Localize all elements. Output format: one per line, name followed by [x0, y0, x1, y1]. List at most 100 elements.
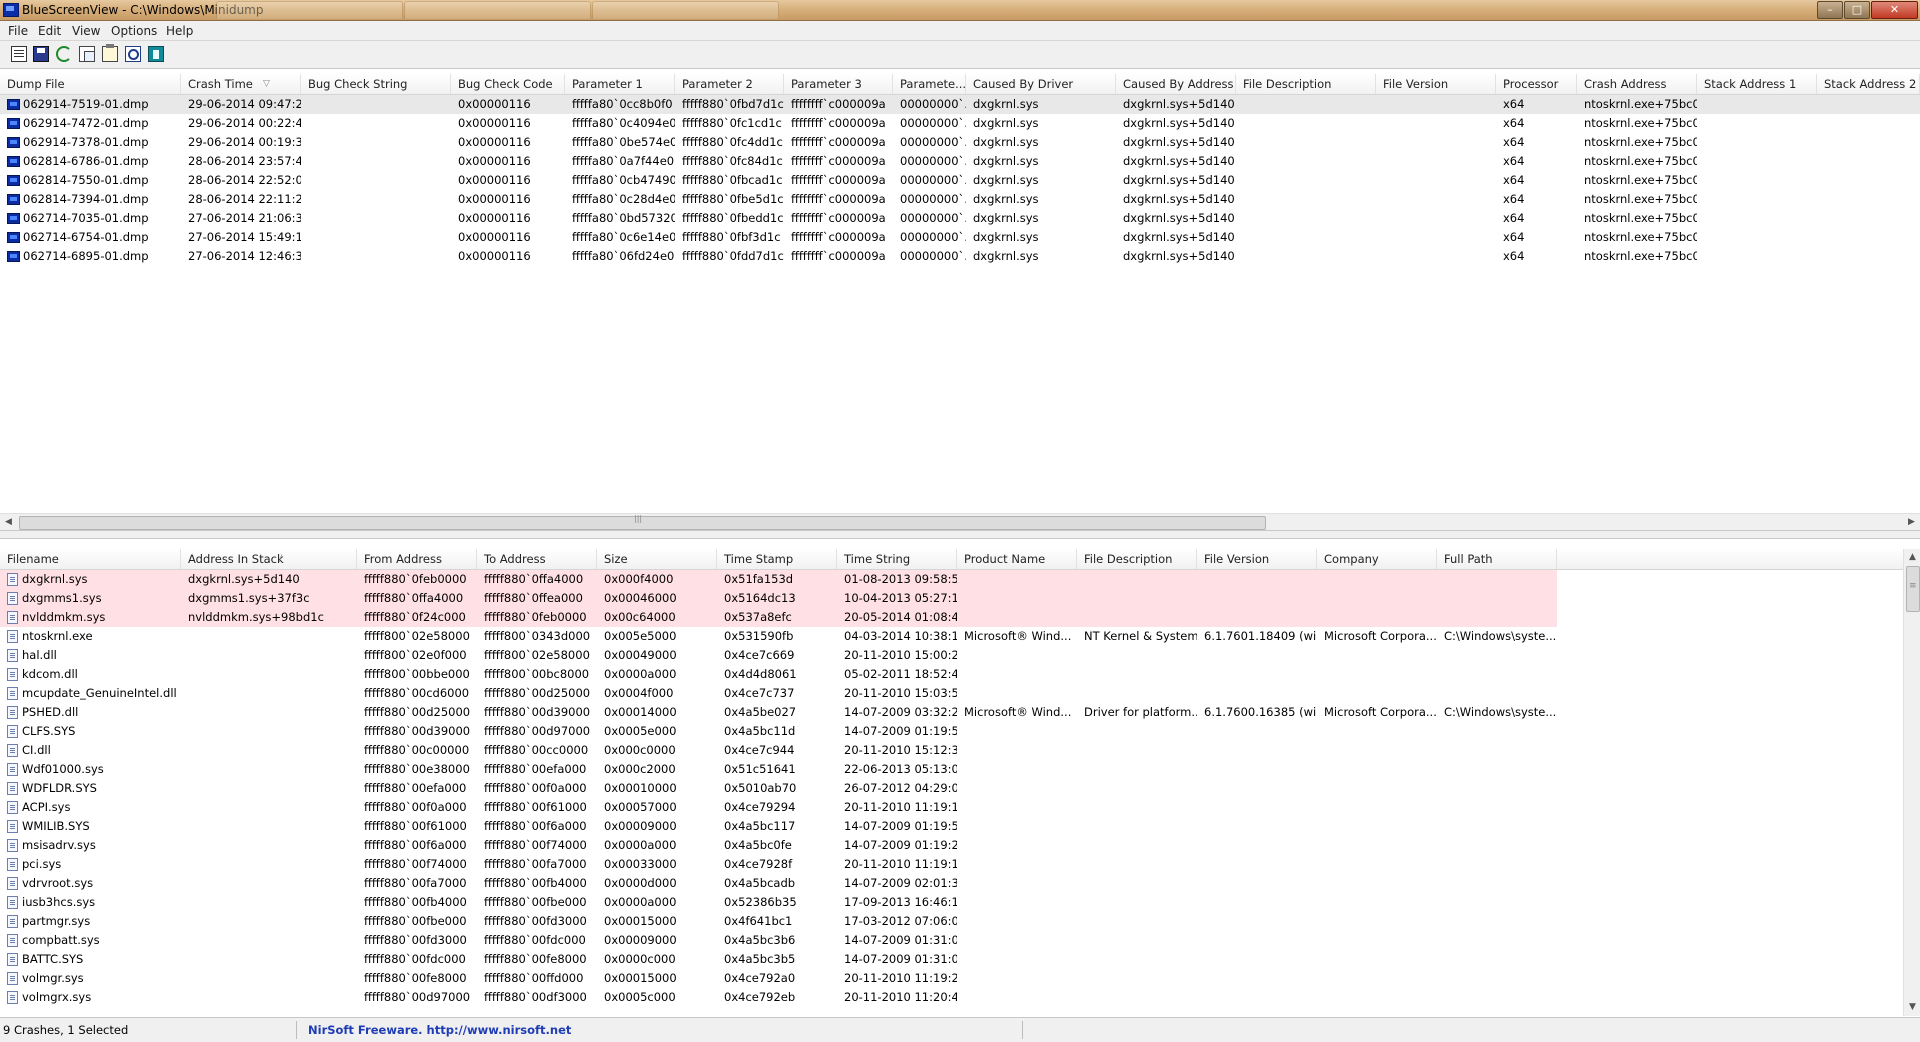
crash-cell-dump-file: 062714-6895-01.dmp	[0, 247, 181, 266]
crash-row[interactable]: 062914-7378-01.dmp 29-06-2014 00:19:30 0x0…	[0, 133, 1920, 152]
column-header-label: Caused By Address	[1123, 77, 1234, 91]
scroll-right-arrow[interactable]: ▶	[1903, 514, 1920, 530]
module-cell-from-address: fffff880`0f24c000	[357, 608, 477, 627]
module-row[interactable]: ACPI.sys fffff880`00f0a000 fffff880`00f610…	[0, 798, 1920, 817]
module-row-highlighted[interactable]: nvlddmkm.sys nvlddmkm.sys+98bd1c fffff880`…	[0, 608, 1920, 627]
properties-icon[interactable]	[11, 46, 27, 62]
menu-file[interactable]: File	[8, 24, 28, 38]
module-row[interactable]: msisadrv.sys fffff880`00f6a000 fffff880`00…	[0, 836, 1920, 855]
module-col-product-name[interactable]: Product Name	[957, 549, 1077, 569]
menu-view[interactable]: View	[72, 24, 100, 38]
menu-edit[interactable]: Edit	[38, 24, 61, 38]
scroll-down-arrow[interactable]: ▼	[1904, 999, 1920, 1016]
cell-text: 0x4d4d8061	[724, 667, 797, 681]
module-col-filename[interactable]: Filename	[0, 549, 181, 569]
module-row[interactable]: WDFLDR.SYS fffff880`00efa000 fffff880`00f0…	[0, 779, 1920, 798]
crash-row[interactable]: 062814-6786-01.dmp 28-06-2014 23:57:46 0x0…	[0, 152, 1920, 171]
menu-help[interactable]: Help	[166, 24, 193, 38]
module-list-vscroll-thumb[interactable]: ≡	[1906, 566, 1920, 612]
module-col-time-string[interactable]: Time String	[837, 549, 957, 569]
crash-col-parameter-3[interactable]: Parameter 3	[784, 74, 893, 94]
module-cell-size: 0x000f4000	[597, 570, 717, 589]
module-row[interactable]: WMILIB.SYS fffff880`00f61000 fffff880`00f6…	[0, 817, 1920, 836]
crash-col-bug-check-code[interactable]: Bug Check Code	[451, 74, 565, 94]
module-list-vscrollbar[interactable]: ▲ ≡ ▼	[1903, 549, 1920, 1016]
nirsoft-link[interactable]: NirSoft Freeware. http://www.nirsoft.net	[305, 1021, 571, 1039]
maximize-button[interactable]: □	[1844, 1, 1870, 19]
module-col-file-description[interactable]: File Description	[1077, 549, 1197, 569]
crash-col-crash-time[interactable]: Crash Time ▽	[181, 74, 301, 94]
module-list[interactable]: Filename Address In Stack / From Address To …	[0, 549, 1920, 1016]
html-report-icon[interactable]	[102, 44, 118, 62]
crash-list-hscrollbar[interactable]: ◀ ||| ▶	[0, 513, 1920, 530]
crash-col-caused-by-address[interactable]: Caused By Address	[1116, 74, 1236, 94]
crash-row[interactable]: 062714-6895-01.dmp 27-06-2014 12:46:37 0x0…	[0, 247, 1920, 266]
module-col-size[interactable]: Size	[597, 549, 717, 569]
crash-col-file-description[interactable]: File Description	[1236, 74, 1376, 94]
cell-text: iusb3hcs.sys	[22, 895, 96, 909]
module-row-highlighted[interactable]: dxgkrnl.sys dxgkrnl.sys+5d140 fffff880`0fe…	[0, 570, 1920, 589]
crash-col-processor[interactable]: Processor	[1496, 74, 1577, 94]
module-col-from-address[interactable]: From Address	[357, 549, 477, 569]
crash-list[interactable]: Dump File Crash Time ▽ Bug Check String Bug …	[0, 74, 1920, 530]
module-row[interactable]: PSHED.dll fffff880`00d25000 fffff880`00d39…	[0, 703, 1920, 722]
crash-col-stack-address-2[interactable]: Stack Address 2	[1817, 74, 1920, 94]
module-cell-to-address: fffff880`0feb0000	[477, 608, 597, 627]
module-row[interactable]: ntoskrnl.exe fffff800`02e58000 fffff800`03…	[0, 627, 1920, 646]
crash-col-dump-file[interactable]: Dump File	[0, 74, 181, 94]
crash-row[interactable]: 062914-7519-01.dmp 29-06-2014 09:47:24 0x0…	[0, 95, 1920, 114]
sort-indicator-icon: ▽	[263, 79, 270, 89]
module-col-company[interactable]: Company	[1317, 549, 1437, 569]
copy-icon[interactable]	[79, 46, 95, 62]
module-row[interactable]: partmgr.sys fffff880`00fbe000 fffff880`00f…	[0, 912, 1920, 931]
menu-options[interactable]: Options	[111, 24, 157, 38]
module-row[interactable]: volmgrx.sys fffff880`00d97000 fffff880`00d…	[0, 988, 1920, 1007]
cell-text: 20-11-2010 15:03:51	[844, 686, 957, 700]
crash-row[interactable]: 062814-7550-01.dmp 28-06-2014 22:52:05 0x0…	[0, 171, 1920, 190]
module-row[interactable]: iusb3hcs.sys fffff880`00fb4000 fffff880`00…	[0, 893, 1920, 912]
module-row[interactable]: BATTC.SYS fffff880`00fdc000 fffff880`00fe8…	[0, 950, 1920, 969]
module-col-full-path[interactable]: Full Path	[1437, 549, 1557, 569]
exit-icon[interactable]	[148, 46, 164, 62]
save-icon[interactable]	[33, 46, 49, 62]
crash-row[interactable]: 062714-6754-01.dmp 27-06-2014 15:49:10 0x0…	[0, 228, 1920, 247]
crash-col-parameter-1[interactable]: Parameter 1	[565, 74, 675, 94]
module-row[interactable]: kdcom.dll fffff800`00bbe000 fffff800`00bc8…	[0, 665, 1920, 684]
crash-col-stack-address-1[interactable]: Stack Address 1	[1697, 74, 1817, 94]
module-col-to-address[interactable]: To Address	[477, 549, 597, 569]
crash-col-caused-by-driver[interactable]: Caused By Driver	[966, 74, 1116, 94]
scroll-left-arrow[interactable]: ◀	[0, 514, 17, 530]
crash-col-crash-address[interactable]: Crash Address	[1577, 74, 1697, 94]
module-col-address-in-stack[interactable]: Address In Stack /	[181, 549, 357, 569]
cell-text: Microsoft Corpora...	[1324, 705, 1437, 719]
module-row[interactable]: mcupdate_GenuineIntel.dll fffff880`00cd60…	[0, 684, 1920, 703]
minimize-button[interactable]: –	[1817, 1, 1843, 19]
find-icon[interactable]	[125, 46, 141, 62]
module-row[interactable]: CI.dll fffff880`00c00000 fffff880`00cc0000…	[0, 741, 1920, 760]
module-row[interactable]: compbatt.sys fffff880`00fd3000 fffff880`00…	[0, 931, 1920, 950]
close-button[interactable]: ✕	[1871, 1, 1918, 19]
module-row[interactable]: hal.dll fffff800`02e0f000 fffff800`02e5800…	[0, 646, 1920, 665]
refresh-icon[interactable]	[56, 46, 72, 62]
module-row[interactable]: volmgr.sys fffff880`00fe8000 fffff880`00ff…	[0, 969, 1920, 988]
module-row[interactable]: Wdf01000.sys fffff880`00e38000 fffff880`00…	[0, 760, 1920, 779]
module-col-time-stamp[interactable]: Time Stamp	[717, 549, 837, 569]
module-row[interactable]: vdrvroot.sys fffff880`00fa7000 fffff880`00…	[0, 874, 1920, 893]
crash-col-parameter-2[interactable]: Parameter 2	[675, 74, 784, 94]
crash-col-bug-check-string[interactable]: Bug Check String	[301, 74, 451, 94]
crash-col-paramete[interactable]: Paramete...	[893, 74, 966, 94]
crash-row[interactable]: 062814-7394-01.dmp 28-06-2014 22:11:25 0x0…	[0, 190, 1920, 209]
title-bar[interactable]: BlueScreenView - C:\Windows\Minidump – □…	[0, 0, 1920, 21]
crash-list-hscroll-thumb[interactable]: |||	[19, 514, 1266, 530]
module-row[interactable]: CLFS.SYS fffff880`00d39000 fffff880`00d970…	[0, 722, 1920, 741]
module-row-highlighted[interactable]: dxgmms1.sys dxgmms1.sys+37f3c fffff880`0ff…	[0, 589, 1920, 608]
crash-row[interactable]: 062914-7472-01.dmp 29-06-2014 00:22:45 0x0…	[0, 114, 1920, 133]
crash-cell-stack-address-1	[1697, 209, 1817, 228]
module-col-file-version[interactable]: File Version	[1197, 549, 1317, 569]
bluescreenview-app-icon[interactable]	[3, 3, 19, 17]
crash-row[interactable]: 062714-7035-01.dmp 27-06-2014 21:06:37 0x0…	[0, 209, 1920, 228]
scroll-up-arrow[interactable]: ▲	[1904, 549, 1920, 566]
crash-col-file-version[interactable]: File Version	[1376, 74, 1496, 94]
pane-splitter[interactable]	[0, 530, 1920, 539]
module-row[interactable]: pci.sys fffff880`00f74000 fffff880`00fa700…	[0, 855, 1920, 874]
